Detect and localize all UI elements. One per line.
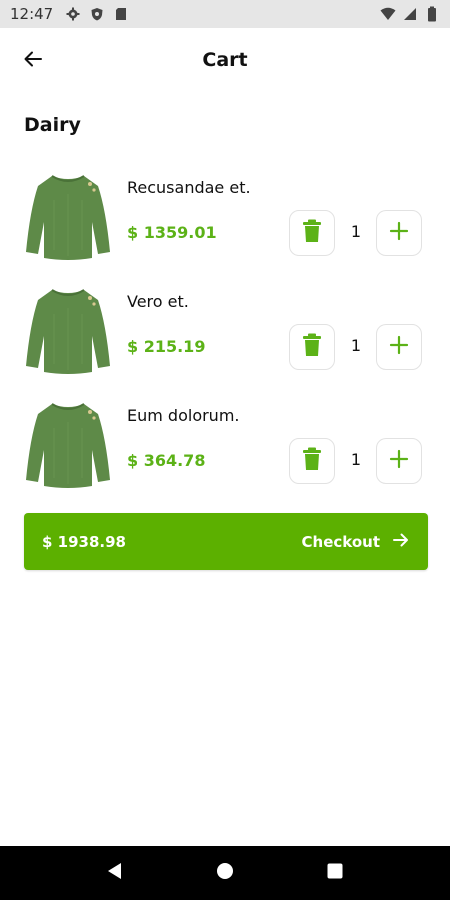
sd-card-icon (113, 6, 129, 22)
status-icons-right (380, 6, 440, 22)
product-price: $ 215.19 (127, 337, 206, 356)
page-title: Cart (202, 49, 248, 71)
circle-home-icon (216, 862, 234, 884)
quantity-value: 1 (350, 450, 362, 469)
plus-icon (389, 449, 409, 473)
trash-icon (302, 447, 322, 475)
signal-icon (402, 6, 418, 22)
triangle-back-icon (106, 862, 124, 884)
app-bar: Cart (0, 28, 450, 92)
cart-item: Recusandae et. $ 1359.01 1 (0, 160, 450, 274)
section-title: Dairy (24, 114, 81, 136)
cart-item: Vero et. $ 215.19 1 (0, 274, 450, 388)
delete-button[interactable] (289, 210, 335, 256)
increase-quantity-button[interactable] (376, 210, 422, 256)
checkout-button[interactable]: $ 1938.98 Checkout (24, 513, 428, 570)
settings-icon (65, 6, 81, 22)
product-name: Recusandae et. (127, 178, 251, 197)
increase-quantity-button[interactable] (376, 324, 422, 370)
product-price: $ 364.78 (127, 451, 206, 470)
system-nav-bar (0, 846, 450, 900)
quantity-value: 1 (350, 222, 362, 241)
wifi-icon (380, 6, 396, 22)
product-image (24, 170, 112, 260)
status-time: 12:47 (10, 5, 54, 23)
checkout-action: Checkout (302, 531, 410, 553)
nav-home-button[interactable] (205, 853, 245, 893)
trash-icon (302, 333, 322, 361)
product-name: Eum dolorum. (127, 406, 240, 425)
checkout-label: Checkout (301, 532, 380, 551)
trash-icon (302, 219, 322, 247)
checkout-total: $ 1938.98 (42, 532, 126, 551)
product-price: $ 1359.01 (127, 223, 217, 242)
delete-button[interactable] (289, 438, 335, 484)
quantity-value: 1 (350, 336, 362, 355)
delete-button[interactable] (289, 324, 335, 370)
cart-list: Recusandae et. $ 1359.01 1 Vero et. $ 21… (0, 160, 450, 502)
cart-item: Eum dolorum. $ 364.78 1 (0, 388, 450, 502)
back-button[interactable] (16, 44, 50, 78)
product-image (24, 398, 112, 488)
nav-back-button[interactable] (95, 853, 135, 893)
square-recents-icon (326, 862, 344, 884)
product-image (24, 284, 112, 374)
product-name: Vero et. (127, 292, 189, 311)
increase-quantity-button[interactable] (376, 438, 422, 484)
status-icons-left (65, 6, 129, 22)
arrow-right-icon (392, 531, 410, 553)
status-bar: 12:47 (0, 0, 450, 28)
plus-icon (389, 221, 409, 245)
plus-icon (389, 335, 409, 359)
arrow-left-icon (22, 48, 44, 74)
nav-recents-button[interactable] (315, 853, 355, 893)
shield-icon (89, 6, 105, 22)
battery-icon (424, 6, 440, 22)
